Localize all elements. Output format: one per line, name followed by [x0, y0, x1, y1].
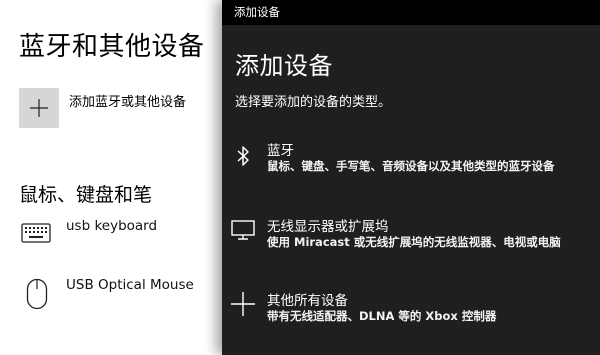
bluetooth-icon [237, 146, 249, 166]
section-title: 鼠标、键盘和笔 [19, 184, 153, 206]
option-bluetooth[interactable]: 蓝牙 鼠标、键盘、手写笔、音频设备以及其他类型的蓝牙设备 [222, 139, 600, 195]
keyboard-icon [21, 223, 51, 243]
plus-icon [30, 99, 48, 117]
dialog-heading: 添加设备 [235, 52, 333, 80]
mouse-icon [26, 278, 48, 310]
dialog-titlebar: 添加设备 [222, 0, 600, 25]
settings-page: 蓝牙和其他设备 添加蓝牙或其他设备 鼠标、键盘和笔 usb keyboard U… [0, 0, 222, 355]
option-title: 无线显示器或扩展坞 [267, 219, 389, 235]
option-description: 鼠标、键盘、手写笔、音频设备以及其他类型的蓝牙设备 [267, 159, 555, 173]
option-description: 带有无线适配器、DLNA 等的 Xbox 控制器 [267, 309, 497, 323]
device-name-keyboard[interactable]: usb keyboard [66, 218, 157, 234]
option-title: 蓝牙 [267, 143, 294, 159]
option-everything-else[interactable]: 其他所有设备 带有无线适配器、DLNA 等的 Xbox 控制器 [222, 289, 600, 345]
add-device-label[interactable]: 添加蓝牙或其他设备 [69, 91, 186, 110]
device-name-mouse[interactable]: USB Optical Mouse [66, 277, 194, 293]
option-title: 其他所有设备 [267, 293, 348, 309]
option-wireless-display[interactable]: 无线显示器或扩展坞 使用 Miracast 或无线扩展坞的无线监视器、电视或电脑 [222, 215, 600, 271]
option-description: 使用 Miracast 或无线扩展坞的无线监视器、电视或电脑 [267, 235, 561, 249]
monitor-icon [231, 220, 255, 240]
dialog-subtitle: 选择要添加的设备的类型。 [235, 95, 392, 110]
add-device-dialog: 添加设备 添加设备 选择要添加的设备的类型。 蓝牙 鼠标、键盘、手写笔、音频设备… [222, 0, 600, 355]
page-title: 蓝牙和其他设备 [19, 32, 205, 62]
add-device-button[interactable] [19, 88, 59, 128]
plus-icon [231, 292, 255, 316]
